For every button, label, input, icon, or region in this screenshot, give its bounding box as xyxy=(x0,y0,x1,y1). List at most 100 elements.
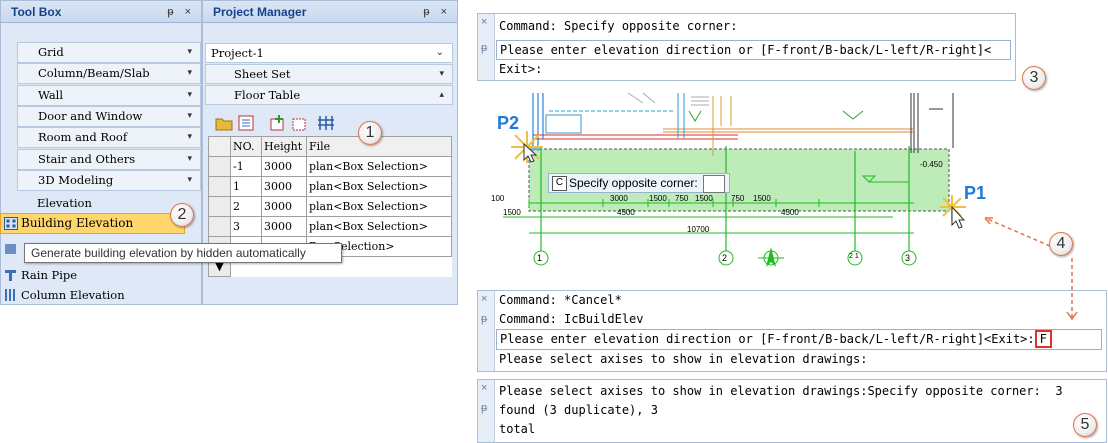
add-floor-icon[interactable] xyxy=(269,114,287,132)
row-header[interactable] xyxy=(208,216,231,237)
command-window-top: × ᵽ Command: Specify opposite corner: Pl… xyxy=(477,13,1016,81)
table-cell-no[interactable]: -1 xyxy=(230,156,262,177)
dim-label: 750 xyxy=(731,194,745,203)
row-header[interactable] xyxy=(208,156,231,177)
callout-badge: 3 xyxy=(1022,66,1046,90)
column-elevation-icon xyxy=(5,289,15,301)
table-row[interactable]: 3 3000 plan<Box Selection> xyxy=(208,216,452,237)
toolbox-category-item[interactable]: Room and Roof ▾ xyxy=(17,127,201,149)
dynamic-input-prompt: C Specify opposite corner: xyxy=(548,173,731,193)
cad-drawing xyxy=(503,92,954,267)
command-window-mid: × ᵽ Command: *Cancel* Command: IcBuildEl… xyxy=(477,290,1107,372)
axis-label: 2 xyxy=(722,253,728,263)
row-header[interactable] xyxy=(208,176,231,197)
table-row[interactable]: 2 3000 plan<Box Selection> xyxy=(208,196,452,217)
axis-label: 2 1 xyxy=(849,253,859,260)
level-label: -0.450 xyxy=(920,160,943,169)
toolbox-category-item[interactable]: Grid ▾ xyxy=(17,42,201,63)
project-manager-title: Project Manager xyxy=(213,5,307,19)
chevron-down-icon: ▾ xyxy=(187,174,192,185)
column-header: NO. xyxy=(230,136,262,157)
command-line: Please enter elevation direction or [F-f… xyxy=(496,40,1011,60)
callout-badge: 5 xyxy=(1073,413,1097,437)
row-header[interactable] xyxy=(208,196,231,217)
dim-label: 100 xyxy=(491,194,505,203)
callout-badge: 2 xyxy=(170,203,194,227)
table-cell-file[interactable]: plan<Box Selection> xyxy=(306,196,452,217)
table-cell-height[interactable]: 3000 xyxy=(261,156,307,177)
prompt-icon: C xyxy=(552,176,567,191)
command-line: total xyxy=(499,422,536,436)
pin-icon[interactable]: ᵽ xyxy=(481,402,487,414)
toolbox-header-buttons[interactable]: ᵽ × xyxy=(167,1,195,23)
toolbox-category-item[interactable]: Wall ▾ xyxy=(17,84,201,106)
table-cell-height[interactable]: 3000 xyxy=(261,196,307,217)
cad-drawing-view[interactable]: P2 P1 C Specify opposite corner: -0.450 … xyxy=(463,91,986,299)
toolbox-header: Tool Box ᵽ × xyxy=(1,1,201,23)
elevation-group-label: Elevation xyxy=(37,196,92,210)
cursor-p1-icon xyxy=(940,195,966,229)
table-cell-file[interactable]: plan<Box Selection> xyxy=(306,216,452,237)
edit-table-icon[interactable] xyxy=(237,114,255,132)
toolbox-title: Tool Box xyxy=(11,5,62,19)
building-elevation-item[interactable]: Building Elevation xyxy=(0,213,185,234)
table-row[interactable]: -1 3000 plan<Box Selection> xyxy=(208,156,452,177)
dim-label: 1500 xyxy=(695,194,713,203)
dim-label: 4500 xyxy=(617,208,635,217)
table-cell-file[interactable]: plan<Box Selection> xyxy=(306,176,452,197)
building-model-icon[interactable] xyxy=(317,114,335,132)
command-window-sidebar: × ᵽ xyxy=(478,14,495,80)
toolbox-category-item[interactable]: Column/Beam/Slab ▾ xyxy=(17,63,201,85)
command-line: Please select axises to show in elevatio… xyxy=(499,352,868,366)
floor-table-item[interactable]: Floor Table ▴ xyxy=(205,85,453,105)
axis-label: 3 xyxy=(905,253,911,263)
dim-label: 1500 xyxy=(649,194,667,203)
table-cell-height[interactable]: 3000 xyxy=(261,176,307,197)
pin-icon[interactable]: ᵽ xyxy=(481,313,487,325)
table-cell-file[interactable]: plan<Box Selection> xyxy=(306,156,452,177)
chevron-down-icon: ▾ xyxy=(187,68,192,79)
chevron-down-icon: ▾ xyxy=(187,153,192,164)
column-elevation-item[interactable]: Column Elevation xyxy=(1,285,125,305)
dim-label: 1500 xyxy=(503,208,521,217)
rain-pipe-item[interactable]: Rain Pipe xyxy=(1,265,77,285)
command-line: Please select axises to show in elevatio… xyxy=(499,384,1063,398)
chevron-down-icon: ▾ xyxy=(439,69,444,79)
floor-table-header: NO. Height File xyxy=(208,136,452,157)
chevron-up-icon: ▴ xyxy=(439,90,444,100)
project-select[interactable]: Project-1 ⌄ xyxy=(205,43,453,63)
rain-pipe-icon xyxy=(5,270,16,281)
table-row[interactable]: 1 3000 plan<Box Selection> xyxy=(208,176,452,197)
open-folder-icon[interactable] xyxy=(215,114,233,132)
table-cell-height[interactable]: 3000 xyxy=(261,216,307,237)
command-line: found (3 duplicate), 3 xyxy=(499,403,658,417)
table-cell-no[interactable]: 1 xyxy=(230,176,262,197)
prompt-input[interactable] xyxy=(703,174,726,193)
dim-total-label: 10700 xyxy=(687,225,710,234)
table-cell-no[interactable]: 3 xyxy=(230,216,262,237)
toolbox-category-item[interactable]: Stair and Others ▾ xyxy=(17,148,201,170)
dim-label: 1500 xyxy=(753,194,771,203)
close-icon[interactable]: × xyxy=(481,382,487,394)
command-line: Command: *Cancel* xyxy=(499,293,622,307)
toolbox-category-item[interactable]: Door and Window ▾ xyxy=(17,105,201,127)
close-icon[interactable]: × xyxy=(481,16,487,28)
callout-badge: 4 xyxy=(1049,232,1073,256)
pin-icon[interactable]: ᵽ xyxy=(481,42,487,54)
toolbox-category-item[interactable]: 3D Modeling ▾ xyxy=(17,169,201,191)
copy-floor-icon[interactable] xyxy=(291,114,309,132)
chevron-down-icon: ⌄ xyxy=(435,47,444,58)
dim-label: 3000 xyxy=(610,194,628,203)
column-header: Height xyxy=(261,136,307,157)
building-elevation-icon xyxy=(4,217,18,230)
sheet-set-item[interactable]: Sheet Set ▾ xyxy=(205,64,453,84)
command-line: Command: IcBuildElev xyxy=(499,312,644,326)
project-manager-header-buttons[interactable]: ᵽ × xyxy=(423,1,451,23)
callout-badge: 1 xyxy=(358,121,382,145)
direction-input[interactable]: F xyxy=(1034,330,1052,348)
close-icon[interactable]: × xyxy=(481,293,487,305)
command-window-sidebar: × ᵽ xyxy=(478,380,495,442)
command-window-bottom: × ᵽ Please select axises to show in elev… xyxy=(477,379,1107,443)
command-line: Please enter elevation direction or [F-f… xyxy=(496,329,1102,350)
table-cell-no[interactable]: 2 xyxy=(230,196,262,217)
